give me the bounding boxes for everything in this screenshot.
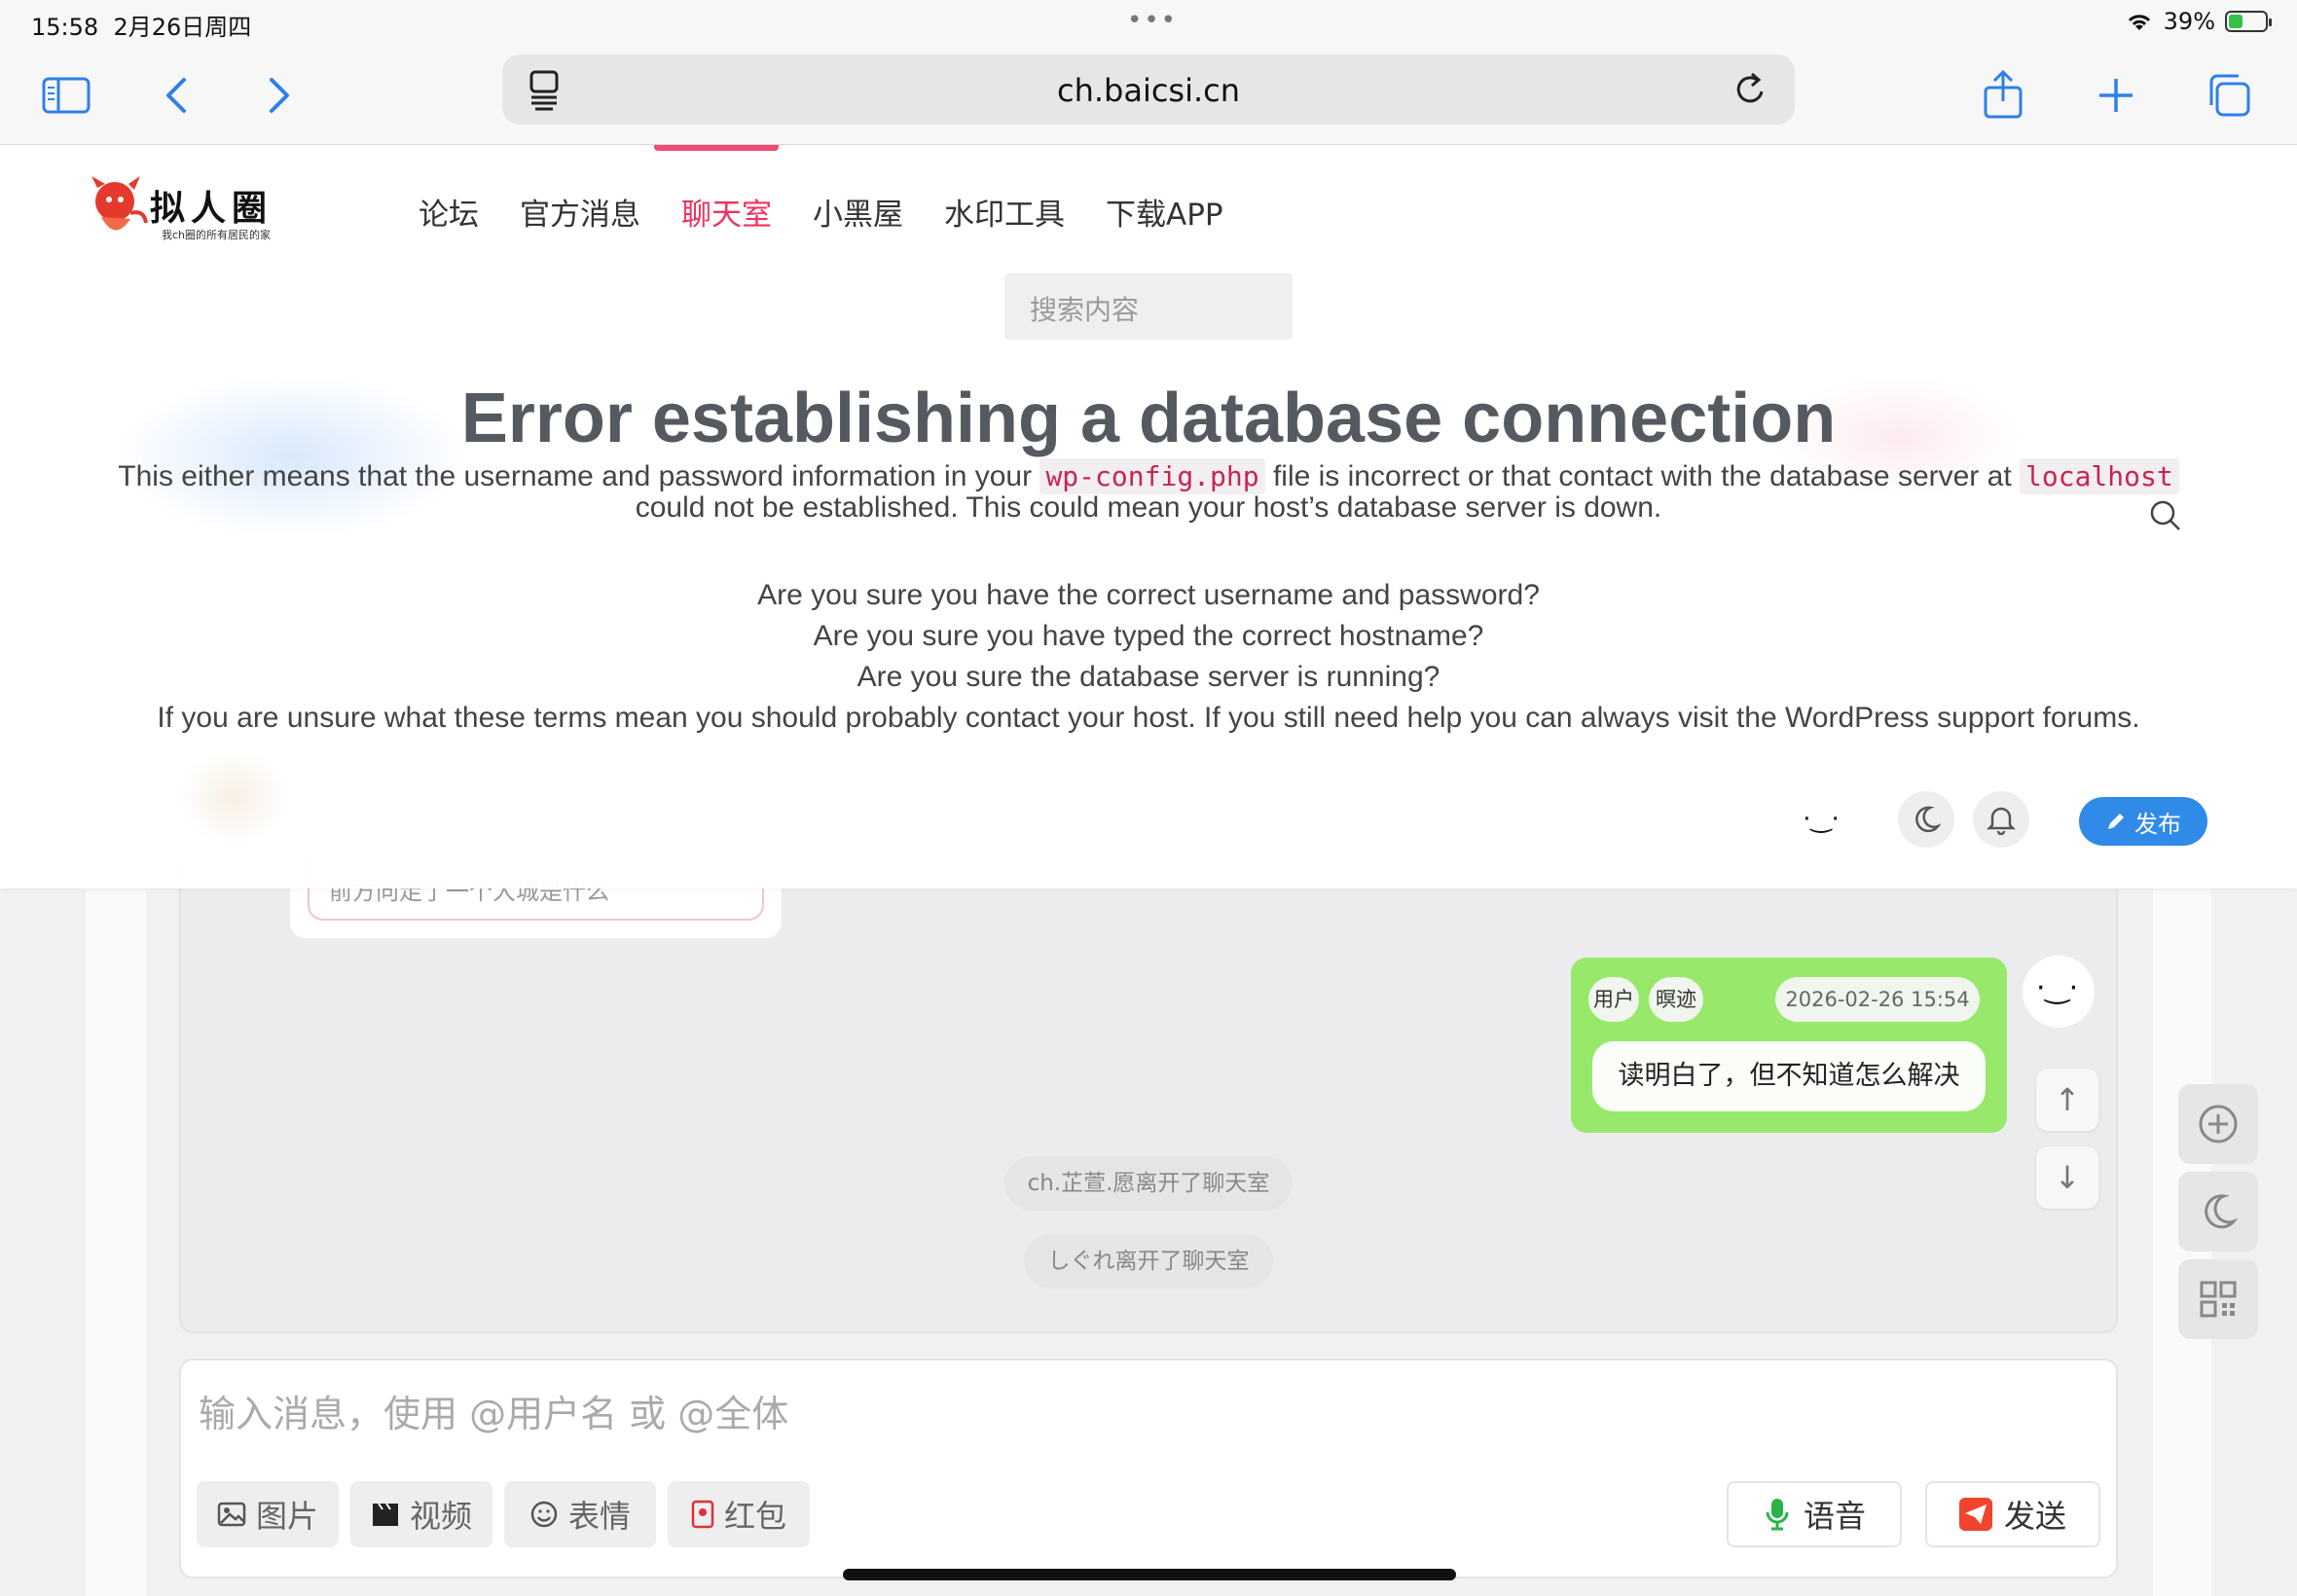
pencil-icon (2108, 814, 2124, 829)
url-text: ch.baicsi.cn (1056, 72, 1241, 109)
error-title: Error establishing a database connection (460, 380, 1837, 457)
nav-download-app[interactable]: 下载APP (1106, 190, 1223, 234)
battery-percent: 39% (2163, 8, 2215, 35)
nav-blacklist[interactable]: 小黑屋 (813, 190, 903, 234)
clapperboard-icon (372, 1503, 398, 1526)
scroll-down-button[interactable]: ↓ (2036, 1146, 2098, 1209)
own-message-bubble[interactable]: 用户 暝迹 2026-02-26 15:54 读明白了，但不知道怎么解决 (1571, 958, 2007, 1133)
message-input[interactable]: 输入消息，使用 @用户名 或 @全体 (199, 1384, 788, 1437)
config-file-code: wp-config.php (1039, 458, 1265, 494)
microphone-icon (1766, 1499, 1789, 1531)
send-paperplane-icon (1958, 1498, 1992, 1531)
mascot-logo-icon (91, 176, 148, 231)
qrcode-icon (2200, 1281, 2237, 1318)
forward-icon[interactable] (251, 68, 306, 123)
message-time: 2026-02-26 15:54 (1775, 977, 1980, 1022)
nav-chatroom[interactable]: 聊天室 (681, 190, 772, 234)
image-icon (217, 1502, 246, 1527)
logo-title: 拟人圈 (150, 188, 273, 229)
battery-icon (2225, 11, 2272, 32)
error-question-1: Are you sure you have the correct userna… (757, 579, 1540, 611)
multitask-dots-icon[interactable]: ••• (1127, 6, 1178, 35)
host-code: localhost (2020, 458, 2179, 494)
plus-circle-icon (2199, 1105, 2238, 1143)
share-icon[interactable] (1976, 68, 2030, 123)
moon-icon (1915, 806, 1941, 833)
header-user-avatar[interactable]: ·‿· (1793, 791, 1849, 848)
message-composer: 输入消息，使用 @用户名 或 @全体 图片 视频 表情 红包 语音 发送 (179, 1359, 2118, 1578)
user-avatar[interactable]: ·‿· (2023, 956, 2095, 1028)
video-button[interactable]: 视频 (350, 1481, 492, 1547)
sidebar-toggle-icon[interactable] (39, 68, 93, 123)
site-logo[interactable]: 拟人圈 我ch圈的所有居民的家 (86, 174, 280, 252)
search-icon[interactable] (2149, 499, 2182, 536)
browser-toolbar: ch.baicsi.cn (0, 47, 2297, 145)
main-nav: 论坛 官方消息 聊天室 小黑屋 水印工具 下载APP (419, 190, 1264, 234)
address-bar[interactable]: ch.baicsi.cn (502, 54, 1795, 125)
active-nav-indicator (654, 145, 779, 151)
error-line-1: This either means that the username and … (0, 458, 2297, 494)
nav-watermark-tool[interactable]: 水印工具 (944, 190, 1065, 234)
search-input[interactable]: 搜索内容 (1004, 273, 1293, 340)
notification-button[interactable] (1973, 791, 2029, 848)
new-tab-icon[interactable] (2089, 68, 2143, 123)
face-avatar-icon: ·‿· (2036, 971, 2079, 1005)
wifi-icon (2128, 15, 2150, 30)
add-float-button[interactable] (2178, 1084, 2258, 1164)
theme-toggle-button[interactable] (1898, 791, 1954, 848)
home-indicator[interactable] (843, 1569, 1456, 1580)
error-question-3: Are you sure the database server is runn… (857, 661, 1440, 693)
send-button[interactable]: 发送 (1925, 1481, 2100, 1547)
red-packet-button[interactable]: 红包 (668, 1481, 810, 1547)
nav-forum[interactable]: 论坛 (419, 190, 479, 234)
system-message: ch.芷萱.愿离开了聊天室 (1004, 1156, 1293, 1211)
status-right: 39% (2125, 8, 2272, 35)
face-avatar-icon: ·‿· (1803, 805, 1840, 834)
red-envelope-icon (691, 1500, 714, 1529)
qrcode-float-button[interactable] (2178, 1259, 2258, 1339)
nav-official-news[interactable]: 官方消息 (520, 190, 640, 234)
reload-icon[interactable] (1731, 68, 1769, 115)
role-badge: 用户 (1588, 977, 1639, 1022)
error-line-2: could not be established. This could mea… (635, 491, 1662, 524)
status-bar: 15:58 2月26日周四 ••• 39% (0, 0, 2297, 47)
logo-subtitle: 我ch圈的所有居民的家 (162, 229, 272, 241)
system-message: しぐれ离开了聊天室 (1024, 1234, 1273, 1288)
publish-button[interactable]: 发布 (2079, 797, 2207, 846)
back-icon[interactable] (150, 68, 204, 123)
bell-icon (1987, 807, 2016, 835)
left-gutter (86, 889, 146, 1596)
scroll-up-button[interactable]: ↑ (2036, 1069, 2098, 1131)
emoji-button[interactable]: 表情 (504, 1481, 656, 1547)
error-question-2: Are you sure you have typed the correct … (813, 620, 1484, 652)
error-help-text: If you are unsure what these terms mean … (157, 702, 2140, 734)
smile-icon (530, 1501, 558, 1528)
message-text: 读明白了，但不知道怎么解决 (1592, 1041, 1986, 1111)
status-time: 15:58 2月26日周四 (31, 14, 252, 41)
tabs-overview-icon[interactable] (2202, 68, 2256, 123)
sender-name[interactable]: 暝迹 (1649, 977, 1703, 1022)
site-header-overlay: 拟人圈 我ch圈的所有居民的家 论坛 官方消息 聊天室 小黑屋 水印工具 下载A… (0, 145, 2297, 889)
dark-mode-float-button[interactable] (2178, 1172, 2258, 1251)
image-button[interactable]: 图片 (197, 1481, 339, 1547)
voice-button[interactable]: 语音 (1727, 1481, 1902, 1547)
moon-icon (2205, 1194, 2238, 1229)
